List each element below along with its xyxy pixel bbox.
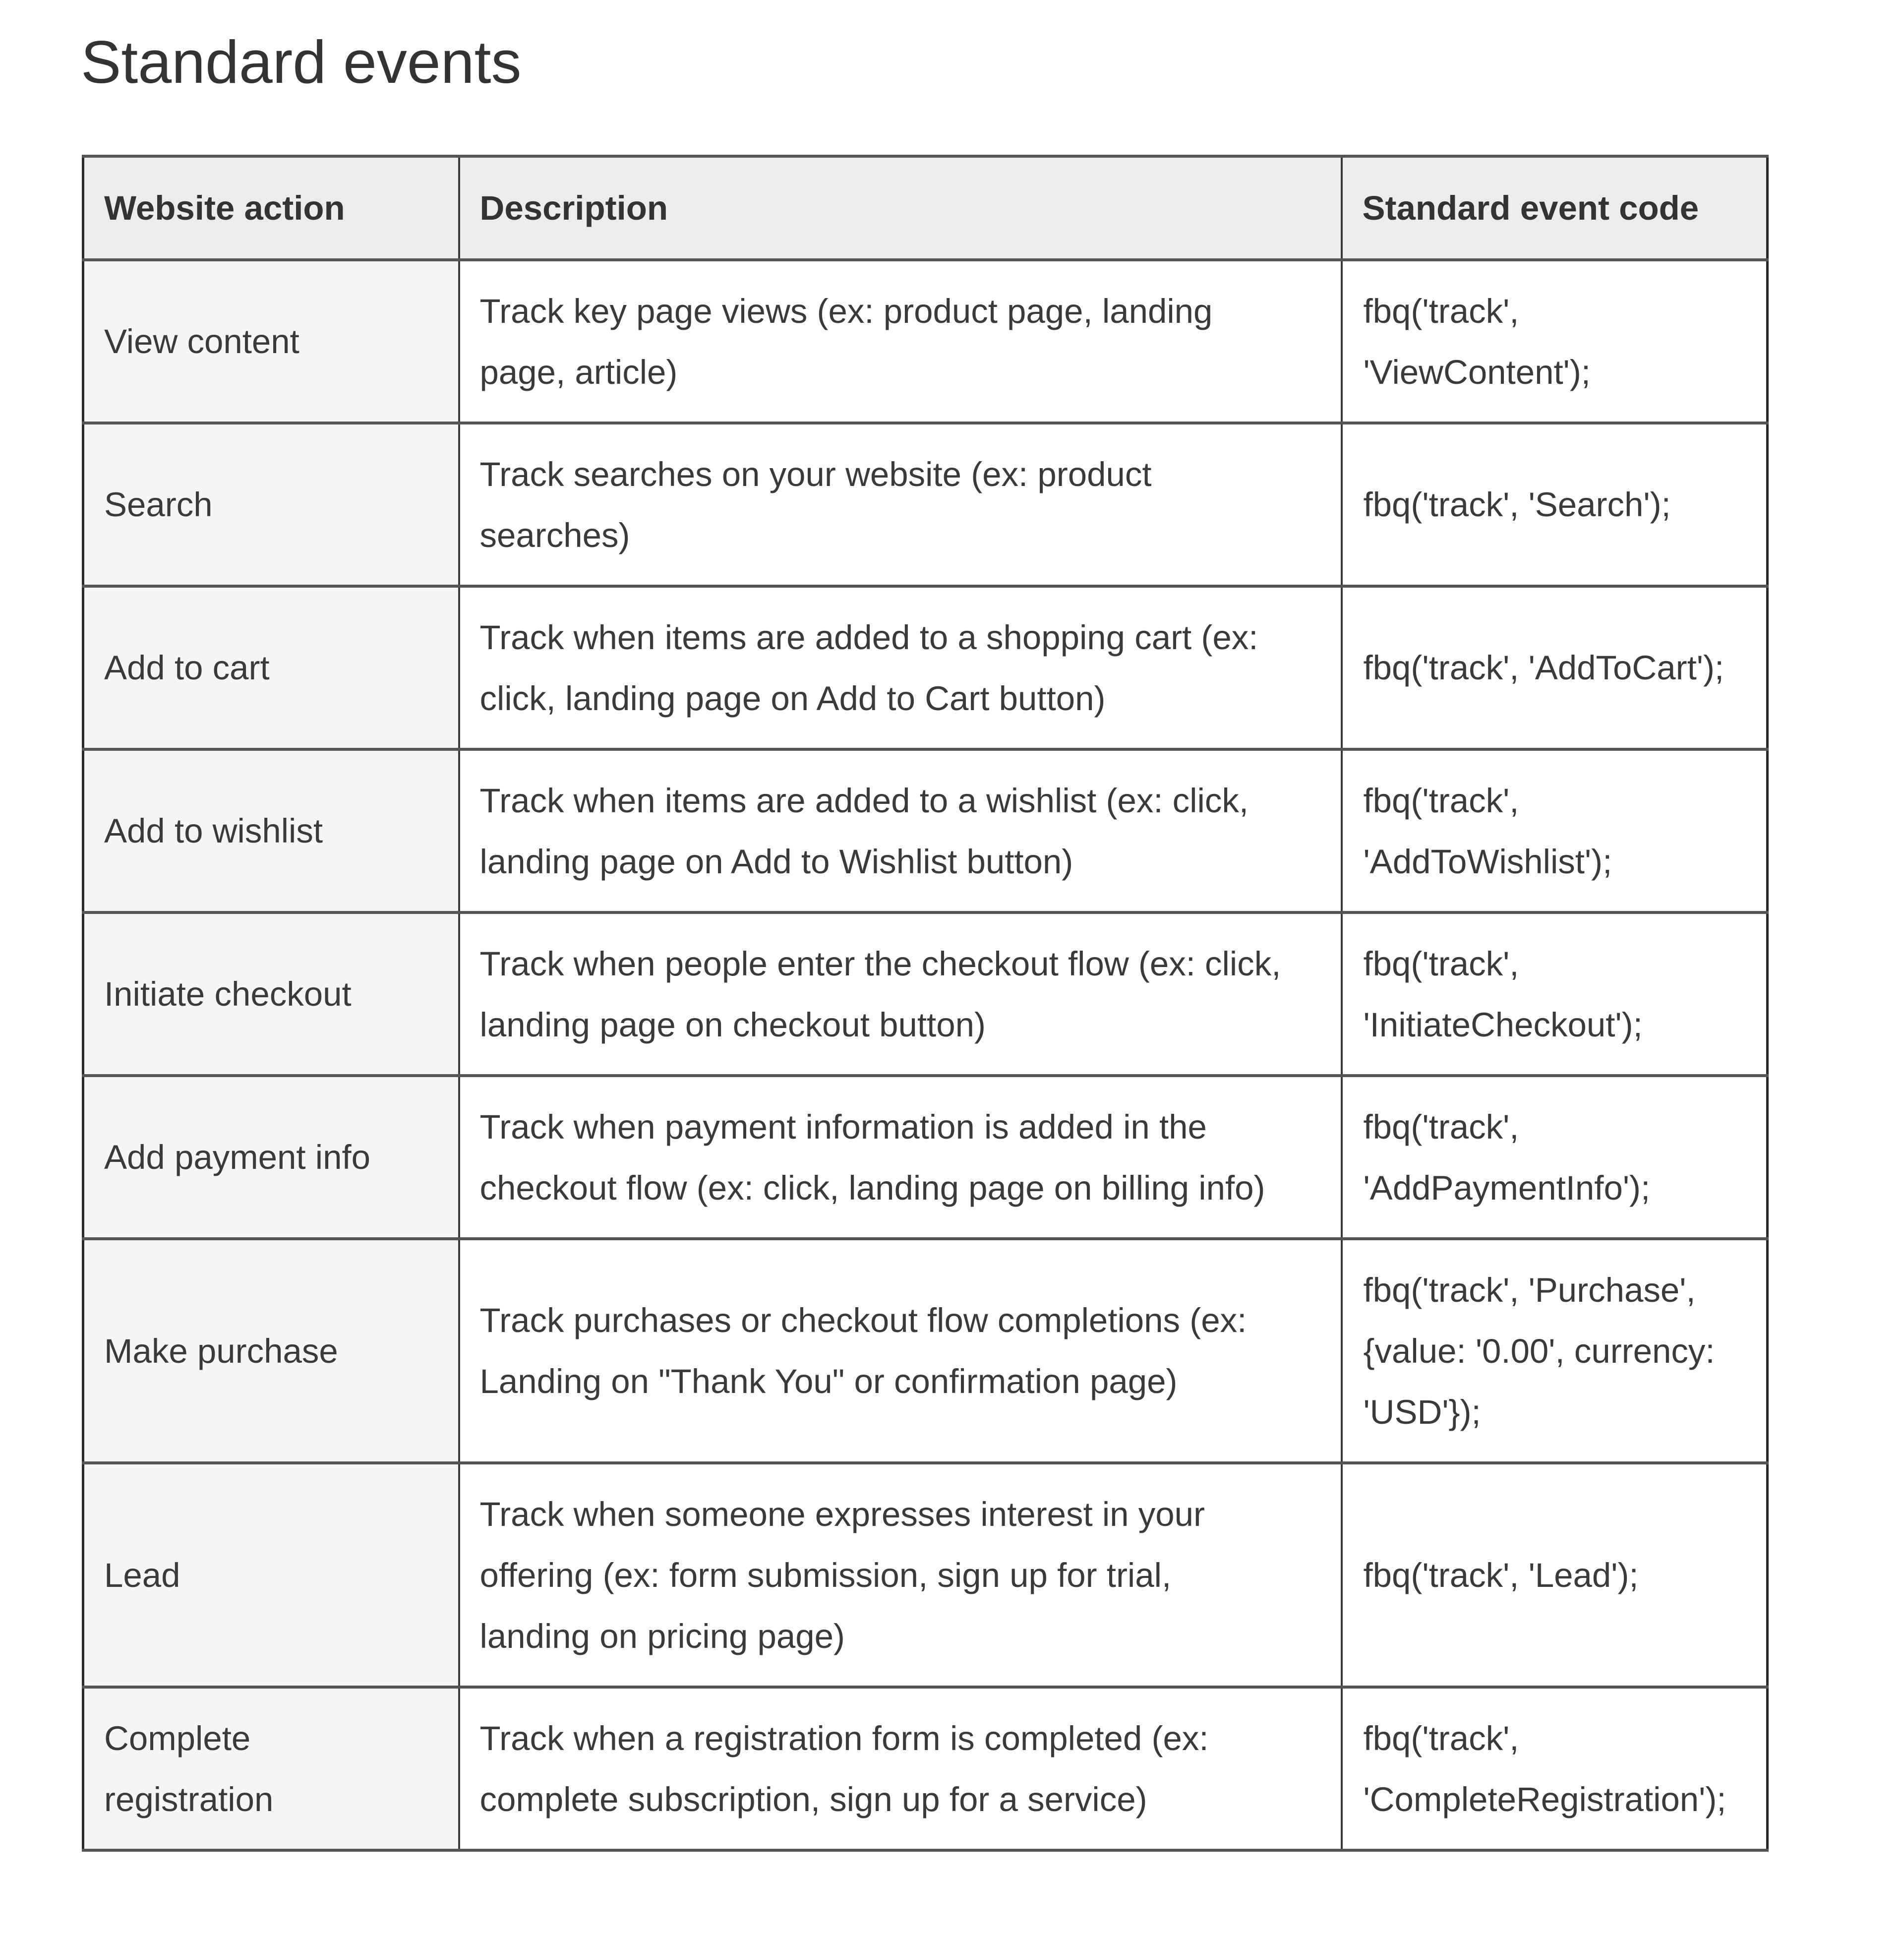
- event-code-cell-line: 'ViewContent');: [1363, 353, 1591, 391]
- description-cell: Track when someone expresses interest in…: [458, 1461, 1343, 1689]
- description-cell-line: landing page on Add to Wishlist button): [479, 842, 1073, 881]
- event-code-cell-line: fbq('track',: [1363, 781, 1519, 820]
- event-code-cell-line: 'AddPaymentInfo');: [1363, 1168, 1651, 1207]
- description-cell-line: Landing on "Thank You" or confirmation p…: [479, 1362, 1178, 1400]
- description-cell: Track searches on your website (ex: prod…: [458, 422, 1343, 588]
- table-row: Add payment info Track when payment infor…: [82, 1074, 1769, 1240]
- description-cell: Track when people enter the checkout flo…: [458, 911, 1343, 1077]
- description-cell: Track when items are added to a shopping…: [458, 585, 1343, 751]
- action-cell: Complete registration: [82, 1686, 460, 1852]
- event-code-cell-line: fbq('track',: [1363, 944, 1519, 983]
- event-code-cell: fbq('track', 'AddToWishlist');: [1340, 748, 1769, 914]
- event-code-cell-line: fbq('track', 'Search');: [1363, 485, 1671, 524]
- table-row: Complete registration Track when a registr…: [82, 1686, 1769, 1852]
- event-code-cell: fbq('track', 'Lead');: [1340, 1461, 1769, 1689]
- table-row: Add to cart Track when items are added to…: [82, 585, 1769, 751]
- action-cell-line: Add payment info: [104, 1138, 371, 1176]
- event-code-cell-line: fbq('track',: [1363, 1107, 1519, 1146]
- action-cell: Add payment info: [82, 1074, 460, 1240]
- action-cell-line: Add to wishlist: [104, 812, 323, 850]
- event-code-cell: fbq('track', 'AddToCart');: [1340, 585, 1769, 751]
- event-code-cell-line: fbq('track',: [1363, 1719, 1519, 1757]
- event-code-cell: fbq('track', 'CompleteRegistration');: [1340, 1686, 1769, 1852]
- description-cell: Track when payment information is added …: [458, 1074, 1343, 1240]
- description-cell-line: Track when a registration form is comple…: [479, 1719, 1209, 1757]
- event-code-cell-line: fbq('track',: [1363, 292, 1519, 330]
- action-cell: View content: [82, 258, 460, 424]
- table-row: Initiate checkout Track when people enter…: [82, 911, 1769, 1077]
- event-code-cell: fbq('track', 'AddPaymentInfo');: [1340, 1074, 1769, 1240]
- header-website-action: Website action: [82, 155, 460, 261]
- standard-events-table: Website action Description Standard even…: [82, 155, 1769, 1852]
- action-cell-line: Make purchase: [104, 1332, 338, 1370]
- action-cell: Lead: [82, 1461, 460, 1689]
- description-cell-line: Track when people enter the checkout flo…: [479, 944, 1281, 983]
- event-code-cell: fbq('track', 'InitiateCheckout');: [1340, 911, 1769, 1077]
- description-cell-line: complete subscription, sign up for a ser…: [479, 1780, 1147, 1818]
- table-row: Make purchase Track purchases or checkout…: [82, 1237, 1769, 1464]
- event-code-cell-line: 'AddToWishlist');: [1363, 842, 1612, 881]
- description-cell-line: Track purchases or checkout flow complet…: [479, 1301, 1247, 1339]
- action-cell: Make purchase: [82, 1237, 460, 1464]
- description-cell-line: Track when payment information is added …: [479, 1107, 1207, 1146]
- action-cell-line: registration: [104, 1780, 274, 1818]
- description-cell: Track when a registration form is comple…: [458, 1686, 1343, 1852]
- action-cell: Search: [82, 422, 460, 588]
- event-code-cell: fbq('track', 'ViewContent');: [1340, 258, 1769, 424]
- header-standard-event-code: Standard event code: [1340, 155, 1769, 261]
- table-row: View content Track key page views (ex: pr…: [82, 258, 1769, 424]
- header-description: Description: [458, 155, 1343, 261]
- description-cell-line: Track key page views (ex: product page, …: [479, 292, 1213, 330]
- description-cell: Track purchases or checkout flow complet…: [458, 1237, 1343, 1464]
- description-cell-line: Track when items are added to a wishlist…: [479, 781, 1249, 820]
- description-cell: Track when items are added to a wishlist…: [458, 748, 1343, 914]
- event-code-cell-line: fbq('track', 'Purchase',: [1363, 1271, 1696, 1309]
- event-code-cell-line: {value: '0.00', currency:: [1363, 1332, 1715, 1370]
- event-code-cell: fbq('track', 'Purchase', {value: '0.00', …: [1340, 1237, 1769, 1464]
- description-cell-line: Track when items are added to a shopping…: [479, 618, 1258, 657]
- action-cell-line: Add to cart: [104, 649, 270, 687]
- action-cell-line: Lead: [104, 1556, 180, 1594]
- event-code-cell-line: 'USD'});: [1363, 1393, 1481, 1431]
- table-row: Search Track searches on your website (ex…: [82, 422, 1769, 588]
- table-body: View content Track key page views (ex: pr…: [82, 258, 1769, 1852]
- event-code-cell: fbq('track', 'Search');: [1340, 422, 1769, 588]
- table-row: Add to wishlist Track when items are adde…: [82, 748, 1769, 914]
- description-cell-line: landing page on checkout button): [479, 1005, 986, 1044]
- action-cell-line: Search: [104, 485, 213, 524]
- action-cell-line: View content: [104, 322, 299, 361]
- action-cell: Add to wishlist: [82, 748, 460, 914]
- description-cell: Track key page views (ex: product page, …: [458, 258, 1343, 424]
- event-code-cell-line: fbq('track', 'Lead');: [1363, 1556, 1639, 1594]
- event-code-cell-line: 'InitiateCheckout');: [1363, 1005, 1643, 1044]
- description-cell-line: landing on pricing page): [479, 1617, 845, 1655]
- action-cell: Initiate checkout: [82, 911, 460, 1077]
- description-cell-line: Track searches on your website (ex: prod…: [479, 455, 1152, 493]
- action-cell-line: Initiate checkout: [104, 975, 352, 1013]
- table-header-row: Website action Description Standard even…: [82, 155, 1769, 261]
- description-cell-line: searches): [479, 516, 630, 554]
- action-cell-line: Complete: [104, 1719, 251, 1757]
- description-cell-line: offering (ex: form submission, sign up f…: [479, 1556, 1172, 1594]
- description-cell-line: click, landing page on Add to Cart butto…: [479, 679, 1106, 718]
- page-title: Standard events: [81, 28, 522, 96]
- description-cell-line: Track when someone expresses interest in…: [479, 1495, 1205, 1533]
- table-row: Lead Track when someone expresses interes…: [82, 1461, 1769, 1689]
- event-code-cell-line: 'CompleteRegistration');: [1363, 1780, 1726, 1818]
- description-cell-line: page, article): [479, 353, 678, 391]
- description-cell-line: checkout flow (ex: click, landing page o…: [479, 1168, 1265, 1207]
- action-cell: Add to cart: [82, 585, 460, 751]
- event-code-cell-line: fbq('track', 'AddToCart');: [1363, 649, 1725, 687]
